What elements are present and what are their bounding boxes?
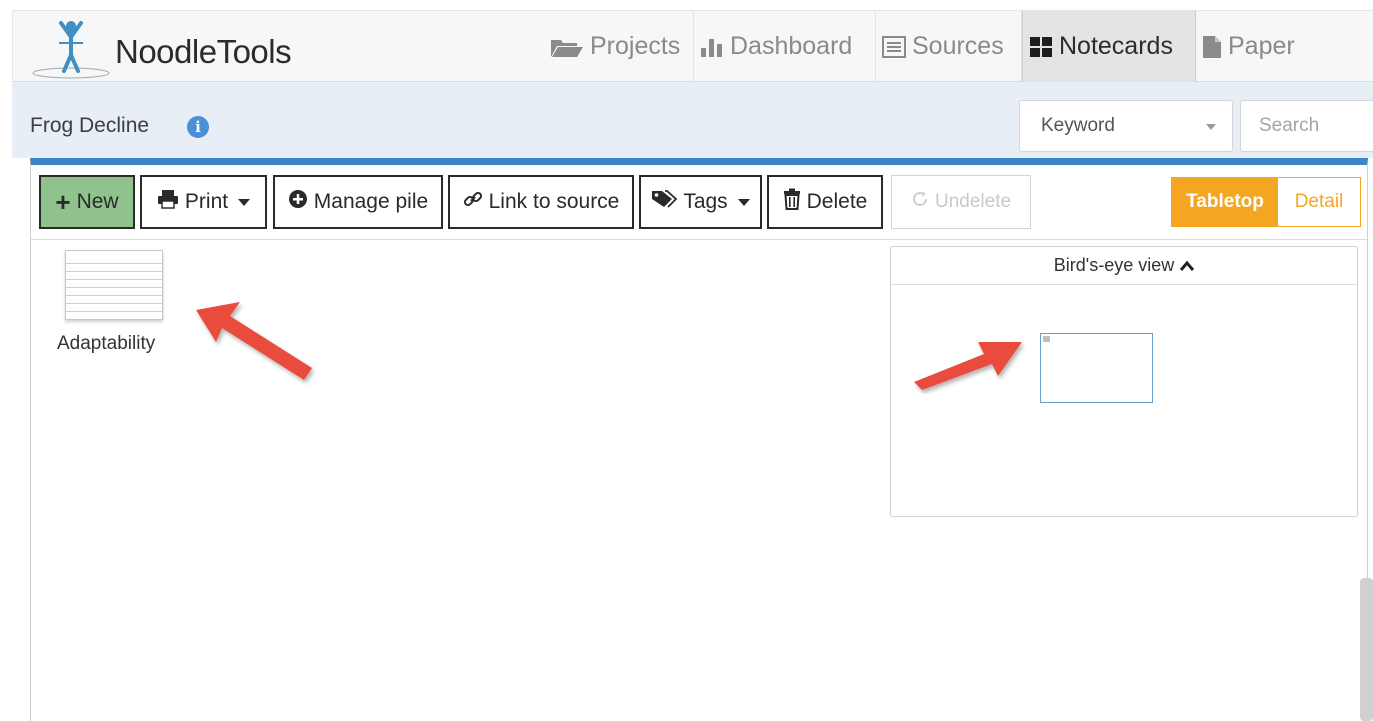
birdseye-viewport-frame[interactable] bbox=[1040, 333, 1153, 403]
top-navigation-bar: NoodleTools Projects Dashboard Sources N… bbox=[12, 10, 1373, 82]
link-to-source-button[interactable]: Link to source bbox=[448, 175, 634, 229]
delete-button-label: Delete bbox=[806, 190, 868, 213]
noodletools-logo[interactable]: NoodleTools bbox=[31, 17, 331, 79]
notecard-line bbox=[66, 303, 162, 304]
list-alt-icon bbox=[882, 35, 906, 58]
logo-text: NoodleTools bbox=[115, 33, 292, 70]
notecard-line bbox=[66, 271, 162, 272]
birdseye-header[interactable]: Bird's-eye view bbox=[891, 247, 1357, 285]
search-input[interactable] bbox=[1240, 100, 1373, 152]
scrollbar[interactable] bbox=[1360, 578, 1373, 721]
file-icon bbox=[1202, 35, 1222, 59]
notecard-title[interactable]: Adaptability bbox=[57, 333, 155, 355]
notecards-toolbar: + New Print Manage pile Link to source T… bbox=[39, 175, 1361, 229]
bar-chart-icon bbox=[700, 36, 724, 58]
tabletop-view-button[interactable]: Tabletop bbox=[1172, 178, 1278, 226]
tab-dashboard-label: Dashboard bbox=[730, 32, 853, 60]
search-filter-select[interactable]: Keyword bbox=[1019, 100, 1233, 152]
notecards-panel: + New Print Manage pile Link to source T… bbox=[30, 158, 1368, 721]
new-button-label: New bbox=[76, 190, 119, 213]
tags-icon bbox=[651, 189, 678, 215]
manage-pile-button[interactable]: Manage pile bbox=[273, 175, 443, 229]
tab-projects[interactable]: Projects bbox=[544, 11, 694, 82]
caret-down-icon bbox=[238, 198, 251, 206]
notecard-line bbox=[66, 295, 162, 296]
notecard-line bbox=[66, 279, 162, 280]
folder-open-icon bbox=[550, 36, 584, 58]
toolbar-divider bbox=[31, 239, 1367, 240]
project-header: Frog Decline i Keyword bbox=[12, 82, 1373, 158]
notecard-line bbox=[66, 311, 162, 312]
chevron-up-icon bbox=[1180, 255, 1195, 276]
logo-figure-icon bbox=[32, 21, 110, 79]
tab-sources-label: Sources bbox=[912, 32, 1004, 60]
tags-button-label: Tags bbox=[683, 190, 728, 213]
link-icon bbox=[463, 189, 483, 215]
tab-paper[interactable]: Paper bbox=[1196, 11, 1326, 82]
tab-paper-label: Paper bbox=[1228, 32, 1295, 60]
plus-circle-icon bbox=[288, 189, 308, 215]
undelete-button[interactable]: Undelete bbox=[891, 175, 1031, 229]
tab-dashboard[interactable]: Dashboard bbox=[694, 11, 876, 82]
tab-sources[interactable]: Sources bbox=[876, 11, 1022, 82]
trash-icon bbox=[783, 188, 801, 216]
tags-button[interactable]: Tags bbox=[639, 175, 762, 229]
notecard-line bbox=[66, 287, 162, 288]
mini-notecard bbox=[1043, 336, 1050, 342]
info-icon[interactable]: i bbox=[187, 116, 209, 138]
print-button-label: Print bbox=[184, 190, 229, 213]
chevron-down-icon bbox=[1206, 124, 1216, 130]
view-mode-toggle: Tabletop Detail bbox=[1171, 177, 1361, 227]
link-to-source-label: Link to source bbox=[488, 190, 620, 213]
birdseye-title: Bird's-eye view bbox=[1053, 255, 1175, 275]
project-title: Frog Decline bbox=[30, 114, 150, 137]
annotation-arrow-icon bbox=[914, 342, 1022, 390]
detail-view-button[interactable]: Detail bbox=[1278, 178, 1360, 226]
caret-down-icon bbox=[737, 198, 750, 206]
th-large-icon bbox=[1029, 36, 1053, 58]
plus-icon: + bbox=[55, 187, 71, 217]
print-icon bbox=[157, 189, 179, 215]
search-filter-value: Keyword bbox=[1041, 115, 1115, 136]
notecard-line bbox=[66, 263, 162, 264]
manage-pile-label: Manage pile bbox=[313, 190, 429, 213]
tab-notecards-label: Notecards bbox=[1059, 32, 1173, 60]
delete-button[interactable]: Delete bbox=[767, 175, 883, 229]
tab-projects-label: Projects bbox=[590, 32, 681, 60]
new-notecard-button[interactable]: + New bbox=[39, 175, 135, 229]
tab-notecards[interactable]: Notecards bbox=[1022, 11, 1196, 82]
refresh-icon bbox=[911, 190, 929, 214]
print-button[interactable]: Print bbox=[140, 175, 267, 229]
undelete-button-label: Undelete bbox=[934, 191, 1012, 212]
annotation-arrow-icon bbox=[196, 302, 312, 380]
notecard[interactable] bbox=[65, 250, 163, 320]
